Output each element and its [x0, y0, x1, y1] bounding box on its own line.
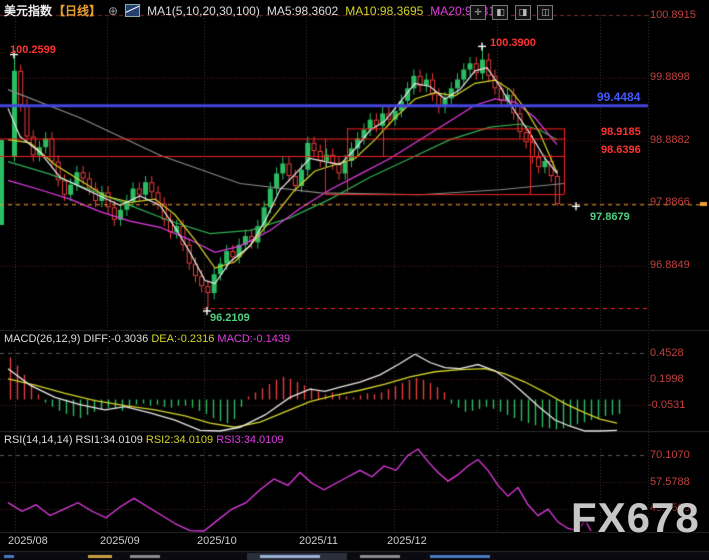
rsi3-value: RSI3:34.0109	[216, 434, 283, 446]
ma10-value: MA10:98.3695	[345, 4, 423, 18]
low-label: 96.2109	[210, 312, 250, 324]
rsi-header: RSI(14,14,14) RSI1:34.0109 RSI2:34.0109 …	[4, 434, 284, 446]
chart-app: 美元指数【日线】 ⊕ MA1(5,10,20,30,100) MA5:98.36…	[0, 0, 709, 560]
ma5-value: MA5:98.3602	[267, 4, 338, 18]
fx678-watermark: FX678	[571, 494, 700, 542]
x-axis-label: 2025/09	[100, 535, 140, 547]
chart-header: 美元指数【日线】 ⊕ MA1(5,10,20,30,100) MA5:98.36…	[4, 2, 508, 19]
chart-toolbar: ✛ ◧ ◨ ◫	[468, 2, 553, 20]
resistance1-label[interactable]: 98.9185	[601, 126, 641, 138]
rsi-name: RSI(14,14,14)	[4, 434, 72, 446]
rsi-axis-label: 70.1070	[650, 449, 690, 461]
last-price-label: 97.8679	[590, 211, 630, 223]
x-axis-label: 2025/12	[387, 535, 427, 547]
axis-label-price: 100.8915	[650, 9, 696, 21]
macd-name: MACD(26,12,9)	[4, 333, 80, 345]
macd-diff-value: DIFF:-0.3036	[83, 333, 148, 345]
resistance2-label[interactable]: 98.6396	[601, 144, 641, 156]
chart-type-icon[interactable]	[125, 4, 140, 17]
axis-label-price: 97.8866	[650, 196, 690, 208]
first-high-label: 100.2599	[10, 44, 56, 56]
macd-hist-value: MACD:-0.1439	[217, 333, 290, 345]
rsi2-value: RSI2:34.0109	[146, 434, 213, 446]
page-title: 美元指数	[4, 2, 52, 19]
blue-level-label[interactable]: 99.4484	[597, 91, 640, 103]
macd-header: MACD(26,12,9) DIFF:-0.3036 DEA:-0.2316 M…	[4, 333, 290, 345]
macd-axis-label: -0.0531	[648, 399, 685, 411]
pane-layout-icon[interactable]: ◫	[537, 5, 553, 20]
period-label: 【日线】	[53, 2, 101, 19]
axis-label-price: 96.8849	[650, 259, 690, 271]
pane-left-icon[interactable]: ◧	[492, 5, 508, 20]
macd-axis-label: 0.1998	[650, 373, 684, 385]
x-axis-label: 2025/08	[8, 535, 48, 547]
peak-high-label: 100.3900	[490, 37, 536, 49]
expand-icon[interactable]: ⊕	[108, 4, 118, 18]
axis-label-price: 98.8882	[650, 134, 690, 146]
crosshair-icon[interactable]: ✛	[470, 5, 486, 20]
rsi1-value: RSI1:34.0109	[76, 434, 143, 446]
macd-dea-value: DEA:-0.2316	[151, 333, 214, 345]
x-axis-label: 2025/10	[197, 535, 237, 547]
pane-right-icon[interactable]: ◨	[515, 5, 531, 20]
price-chart-canvas[interactable]	[0, 0, 709, 560]
macd-axis-label: 0.4528	[650, 347, 684, 359]
ma-group-label: MA1(5,10,20,30,100)	[147, 4, 260, 18]
axis-label-price: 99.8898	[650, 71, 690, 83]
rsi-axis-label: 57.5788	[650, 476, 690, 488]
x-axis-label: 2025/11	[299, 535, 338, 547]
